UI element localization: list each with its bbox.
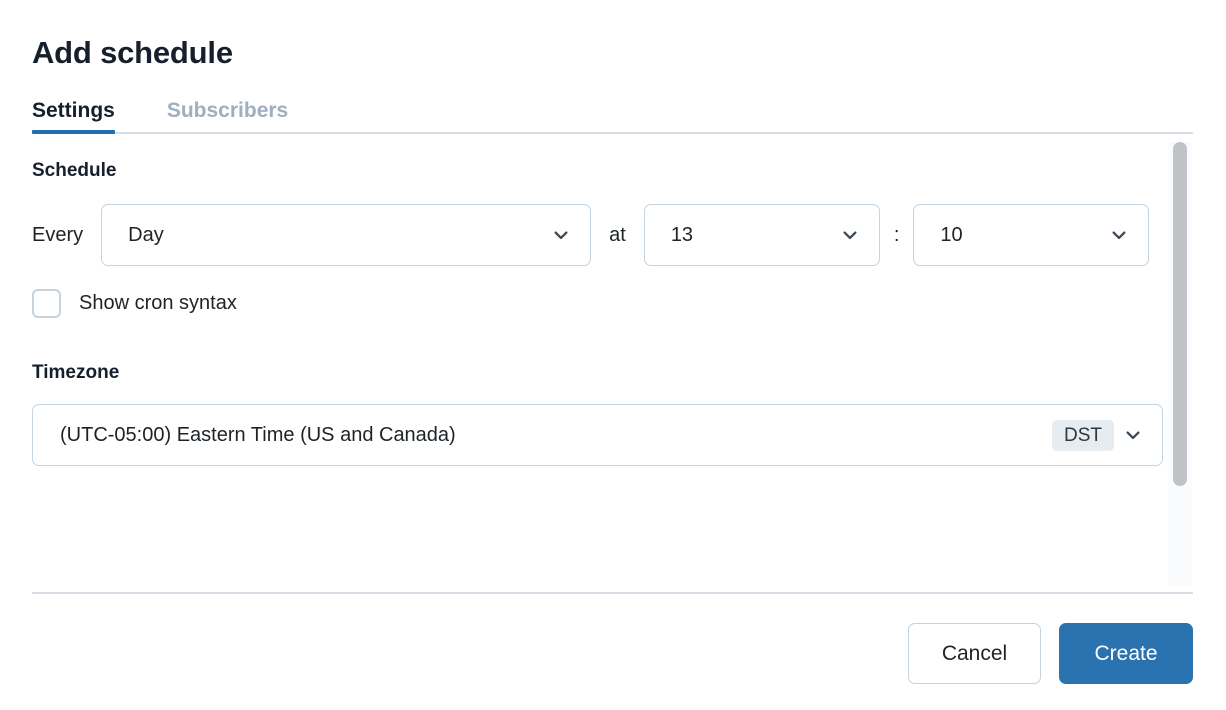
create-button[interactable]: Create bbox=[1059, 623, 1193, 684]
schedule-row: Every Day at 13 : 10 bbox=[32, 204, 1166, 267]
scrollbar-thumb[interactable] bbox=[1173, 142, 1187, 487]
footer-actions: Cancel Create bbox=[32, 594, 1193, 710]
at-label: at bbox=[609, 223, 626, 246]
timezone-section-heading: Timezone bbox=[32, 362, 120, 384]
chevron-down-icon bbox=[1112, 231, 1126, 240]
tab-subscribers[interactable]: Subscribers bbox=[167, 100, 288, 134]
timezone-value: (UTC-05:00) Eastern Time (US and Canada) bbox=[60, 423, 456, 446]
every-label: Every bbox=[32, 223, 84, 246]
time-separator-label: : bbox=[893, 223, 900, 246]
dialog-footer: Cancel Create bbox=[0, 592, 1226, 710]
settings-panel: Schedule Every Day at 13 : 10 Show cron … bbox=[0, 134, 1226, 467]
tab-settings[interactable]: Settings bbox=[32, 100, 115, 135]
frequency-value: Day bbox=[128, 223, 164, 246]
minute-select[interactable]: 10 bbox=[913, 204, 1150, 267]
chevron-down-icon bbox=[1126, 431, 1140, 440]
hour-select[interactable]: 13 bbox=[643, 204, 880, 267]
show-cron-syntax-checkbox[interactable] bbox=[32, 289, 61, 319]
show-cron-syntax-row: Show cron syntax bbox=[32, 289, 1166, 319]
schedule-section-heading: Schedule bbox=[32, 160, 117, 182]
hour-value: 13 bbox=[670, 223, 694, 246]
add-schedule-dialog: Add schedule Settings Subscribers Schedu… bbox=[0, 0, 1226, 710]
chevron-down-icon bbox=[554, 231, 568, 240]
dialog-scroll-area: Schedule Every Day at 13 : 10 Show cron … bbox=[0, 134, 1226, 592]
tab-bar: Settings Subscribers bbox=[0, 100, 1226, 135]
timezone-select[interactable]: (UTC-05:00) Eastern Time (US and Canada)… bbox=[32, 404, 1163, 467]
chevron-down-icon bbox=[843, 231, 857, 240]
show-cron-syntax-label[interactable]: Show cron syntax bbox=[79, 292, 237, 315]
dst-badge: DST bbox=[1052, 419, 1114, 451]
frequency-select[interactable]: Day bbox=[101, 204, 592, 267]
page-title: Add schedule bbox=[32, 35, 233, 70]
cancel-button[interactable]: Cancel bbox=[908, 623, 1041, 684]
minute-value: 10 bbox=[940, 223, 963, 246]
scrollbar-track[interactable] bbox=[1168, 142, 1192, 586]
